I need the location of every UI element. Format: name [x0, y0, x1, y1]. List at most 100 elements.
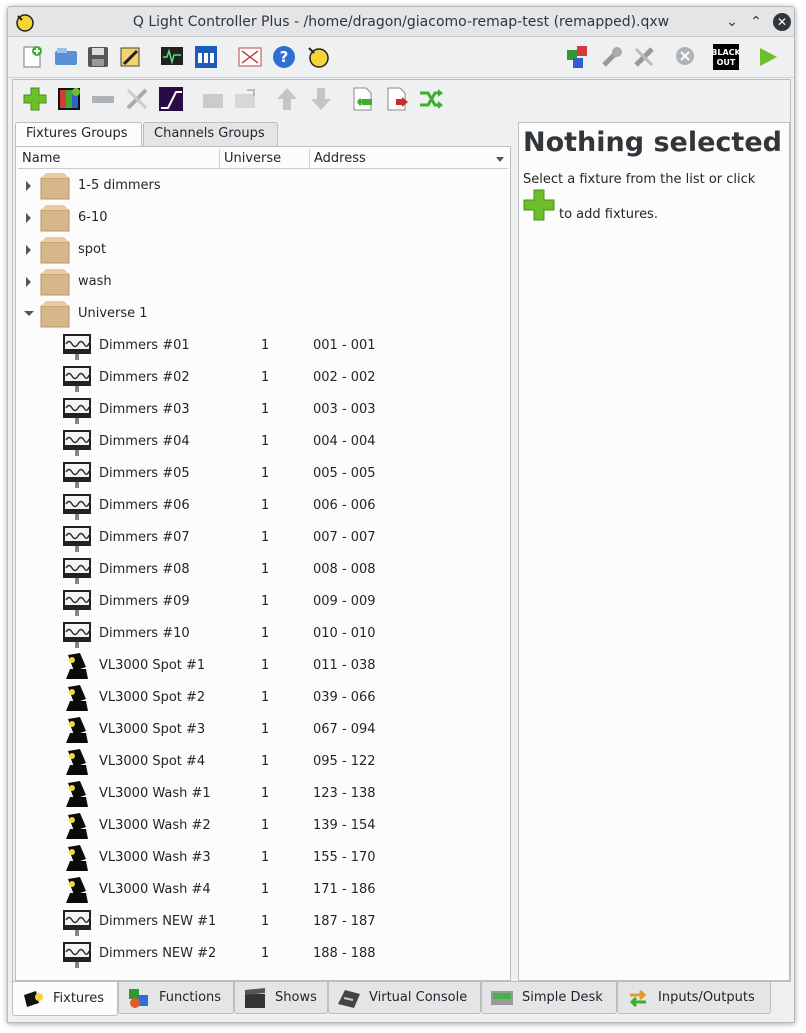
fixture-universe: 1	[261, 690, 270, 705]
dimmer-pack-icon	[62, 363, 92, 393]
fixture-row[interactable]: Dimmers #02 1 002 - 002	[18, 362, 508, 394]
dimmer-pack-icon	[62, 907, 92, 937]
tab-shows[interactable]: Shows	[234, 982, 328, 1014]
fixture-row[interactable]: VL3000 Spot #2 1 039 - 066	[18, 682, 508, 714]
column-universe-header[interactable]: Universe	[220, 149, 310, 169]
fixture-row[interactable]: VL3000 Wash #3 1 155 - 170	[18, 842, 508, 874]
tab-channels-groups[interactable]: Channels Groups	[143, 122, 278, 146]
tab-virtual-console[interactable]: Virtual Console	[328, 982, 481, 1014]
tab-functions[interactable]: Functions	[118, 982, 234, 1014]
fixture-row[interactable]: Dimmers #08 1 008 - 008	[18, 554, 508, 586]
help-icon: ?	[273, 46, 295, 68]
fixture-properties-button[interactable]	[123, 85, 151, 113]
group-row-wash[interactable]: wash	[18, 266, 508, 298]
group-fixture-button[interactable]	[199, 85, 227, 113]
add-rgb-panel-button[interactable]	[55, 85, 83, 113]
title-bar: Q Light Controller Plus - /home/dragon/g…	[8, 7, 794, 37]
rgb-panel-icon	[58, 88, 80, 110]
clapperboard-icon	[245, 987, 265, 1008]
minimize-button[interactable]: ⌄	[723, 13, 741, 31]
group-row-6-10[interactable]: 6-10	[18, 202, 508, 234]
fixture-row[interactable]: Dimmers #01 1 001 - 001	[18, 330, 508, 362]
ungroup-fixture-button[interactable]	[231, 85, 259, 113]
fixture-address: 188 - 188	[313, 946, 376, 961]
fixture-name: Dimmers NEW #1	[99, 914, 217, 929]
shuffle-icon	[420, 89, 443, 109]
minus-icon	[92, 96, 114, 103]
save-workspace-button[interactable]	[84, 43, 112, 71]
blackout-button[interactable]: BLACK OUT	[712, 43, 740, 71]
fixture-row[interactable]: Dimmers NEW #2 1 188 - 188	[18, 938, 508, 970]
new-workspace-button[interactable]	[18, 43, 46, 71]
info-panel: Nothing selected Select a fixture from t…	[518, 122, 790, 981]
fixture-universe: 1	[261, 914, 270, 929]
fixture-address: 007 - 007	[313, 530, 376, 545]
dimmer-pack-icon	[62, 939, 92, 969]
fixture-universe: 1	[261, 402, 270, 417]
fixture-row[interactable]: Dimmers #05 1 005 - 005	[18, 458, 508, 490]
expand-arrow-icon[interactable]	[26, 277, 31, 287]
help-button[interactable]: ?	[270, 43, 298, 71]
fixture-address: 067 - 094	[313, 722, 376, 737]
remap-fixtures-button[interactable]	[417, 85, 445, 113]
fixture-row[interactable]: VL3000 Spot #1 1 011 - 038	[18, 650, 508, 682]
expand-arrow-icon[interactable]	[26, 213, 31, 223]
folder-box-icon	[40, 205, 70, 232]
fixture-row[interactable]: VL3000 Wash #4 1 171 - 186	[18, 874, 508, 906]
fixture-universe: 1	[261, 338, 270, 353]
remove-fixture-button[interactable]	[89, 85, 117, 113]
expand-arrow-icon[interactable]	[26, 181, 31, 191]
tab-simple-desk[interactable]: Simple Desk	[481, 982, 617, 1014]
fixture-row[interactable]: VL3000 Wash #2 1 139 - 154	[18, 810, 508, 842]
fixture-row[interactable]: VL3000 Spot #4 1 095 - 122	[18, 746, 508, 778]
tab-label: Shows	[275, 990, 317, 1005]
fixture-row[interactable]: Dimmers #06 1 006 - 006	[18, 490, 508, 522]
fixture-row[interactable]: Dimmers #07 1 007 - 007	[18, 522, 508, 554]
collapse-arrow-icon[interactable]	[24, 311, 34, 316]
tab-fixtures-groups[interactable]: Fixtures Groups	[15, 122, 142, 147]
fixture-row[interactable]: VL3000 Wash #1 1 123 - 138	[18, 778, 508, 810]
group-row-spot[interactable]: spot	[18, 234, 508, 266]
dimmer-pack-icon	[62, 459, 92, 489]
maximize-button[interactable]: ⌃	[747, 13, 765, 31]
stop-all-button[interactable]	[672, 43, 700, 71]
new-file-icon	[23, 46, 42, 68]
fixture-row[interactable]: Dimmers #10 1 010 - 010	[18, 618, 508, 650]
expand-arrow-icon[interactable]	[26, 245, 31, 255]
column-name-header[interactable]: Name	[18, 149, 220, 169]
close-button[interactable]: ✕	[773, 13, 791, 31]
column-address-header[interactable]: Address	[310, 149, 506, 169]
panic-button[interactable]	[630, 43, 658, 71]
fixture-name: Dimmers NEW #2	[99, 946, 217, 961]
fixture-universe: 1	[261, 882, 270, 897]
about-button[interactable]	[304, 43, 332, 71]
operate-mode-button[interactable]	[754, 43, 782, 71]
moving-head-icon	[62, 779, 92, 809]
tab-inputs-outputs[interactable]: Inputs/Outputs	[617, 982, 771, 1014]
fixture-name: VL3000 Spot #2	[99, 690, 206, 705]
move-up-button[interactable]	[273, 85, 301, 113]
fixture-address: 139 - 154	[313, 818, 376, 833]
fixture-row[interactable]: Dimmers #03 1 003 - 003	[18, 394, 508, 426]
monitor-button[interactable]	[158, 43, 186, 71]
edit-mode-button[interactable]	[116, 43, 144, 71]
fixture-row[interactable]: Dimmers #04 1 004 - 004	[18, 426, 508, 458]
moving-head-icon	[62, 651, 92, 681]
export-fixtures-button[interactable]	[383, 85, 411, 113]
group-row-1-5-dimmers[interactable]: 1-5 dimmers	[18, 170, 508, 202]
fixture-row[interactable]: VL3000 Spot #3 1 067 - 094	[18, 714, 508, 746]
import-fixtures-button[interactable]	[349, 85, 377, 113]
move-down-button[interactable]	[307, 85, 335, 113]
fullscreen-button[interactable]	[236, 43, 264, 71]
input-output-indicator[interactable]	[564, 43, 592, 71]
tab-fixtures[interactable]: Fixtures	[12, 982, 118, 1016]
fixture-address: 155 - 170	[313, 850, 376, 865]
open-workspace-button[interactable]	[52, 43, 80, 71]
add-fixture-button[interactable]	[21, 85, 49, 113]
address-tool-button[interactable]	[192, 43, 220, 71]
fixture-row[interactable]: Dimmers #09 1 009 - 009	[18, 586, 508, 618]
group-row-universe-1[interactable]: Universe 1	[18, 298, 508, 330]
fade-config-button[interactable]	[157, 85, 185, 113]
fixture-row[interactable]: Dimmers NEW #1 1 187 - 187	[18, 906, 508, 938]
stop-functions-button[interactable]	[598, 43, 626, 71]
